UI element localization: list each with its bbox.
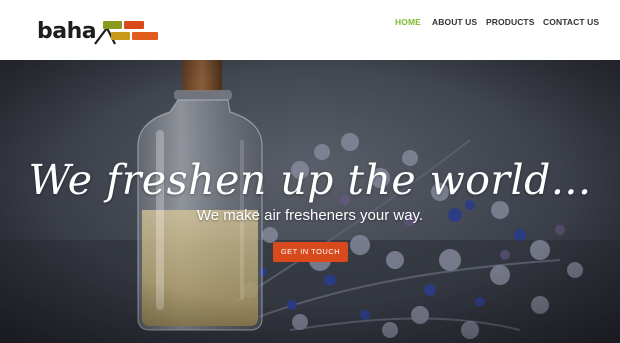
logo-bricks-icon [94, 21, 158, 45]
nav-home[interactable]: HOME [395, 17, 421, 27]
site-header: baha HOME ABOUT US PRODUCTS CONTACT US [0, 0, 620, 60]
hero-section: We freshen up the world... We make air f… [0, 60, 620, 343]
brand-logo[interactable]: baha [37, 18, 161, 46]
nav-products[interactable]: PRODUCTS [486, 17, 535, 27]
hero-headline: We freshen up the world... [28, 156, 592, 204]
hero-subheadline: We make air fresheners your way. [196, 207, 424, 224]
nav-contact-us[interactable]: CONTACT US [543, 17, 599, 27]
nav-about-us[interactable]: ABOUT US [432, 17, 477, 27]
get-in-touch-button[interactable]: GET IN TOUCH [273, 242, 348, 262]
